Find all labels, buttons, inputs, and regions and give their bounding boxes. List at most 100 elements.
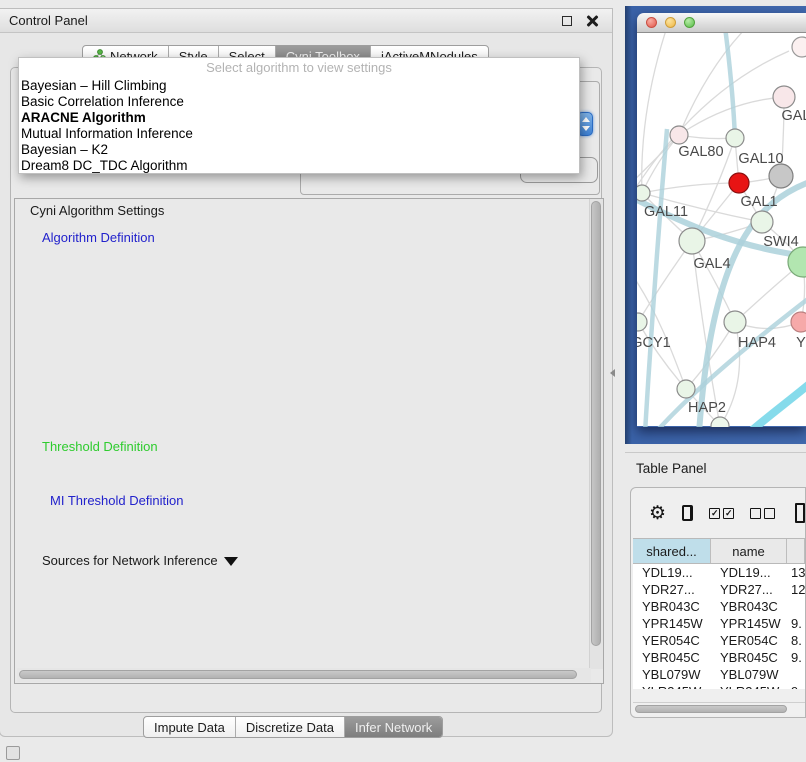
- table-row[interactable]: YBR045CYBR045C9.: [633, 649, 805, 666]
- minimize-traffic-light-icon[interactable]: [665, 17, 676, 28]
- algorithm-option-dream8-dc-tdc-algorithm[interactable]: Dream8 DC_TDC Algorithm: [19, 158, 579, 174]
- algorithm-dropdown-placeholder: Select algorithm to view settings: [19, 58, 579, 78]
- node-table: shared...name YDL19...YDL19...13YDR27...…: [633, 538, 805, 689]
- algorithm-option-bayesian-hill-climbing[interactable]: Bayesian – Hill Climbing: [19, 78, 579, 94]
- control-panel-titlebar: Control Panel: [0, 9, 612, 33]
- collapse-arrow-icon: [224, 557, 238, 566]
- network-node-gcy1[interactable]: [637, 313, 647, 331]
- algorithm-option-basic-correlation-inference[interactable]: Basic Correlation Inference: [19, 94, 579, 110]
- table-cell: YDL19...: [711, 565, 787, 580]
- table-toolbar: ⚙ ✓✓: [631, 488, 805, 538]
- network-view-frame: GALGAL80GAL10GAL1SWI4GAL11GAL4GCY1HAP4YH…: [625, 6, 806, 444]
- table-cell: YER054C: [711, 633, 787, 648]
- algorithm-option-bayesian-k2[interactable]: Bayesian – K2: [19, 142, 579, 158]
- network-node-label: GAL4: [693, 256, 730, 272]
- table-row[interactable]: YPR145WYPR145W9.: [633, 615, 805, 632]
- table-cell: YPR145W: [633, 616, 711, 631]
- table-cell: 9.: [787, 650, 805, 665]
- select-all-icon[interactable]: ✓✓: [709, 508, 734, 519]
- table-horizontal-scrollbar[interactable]: [633, 702, 805, 715]
- network-node-label: SWI4: [763, 234, 798, 250]
- vertical-scrollbar-thumb[interactable]: [591, 201, 601, 646]
- network-node-label: Y: [796, 335, 806, 351]
- sources-expander[interactable]: Sources for Network Inference: [38, 553, 242, 568]
- horizontal-scrollbar[interactable]: [17, 668, 591, 682]
- network-node-label: GAL: [781, 108, 806, 124]
- network-node-gal11[interactable]: [637, 185, 650, 201]
- network-node-label: HAP4: [738, 335, 776, 351]
- table-cell: YBL079W: [633, 667, 711, 682]
- column-header-name[interactable]: name: [711, 539, 787, 563]
- zoom-traffic-light-icon[interactable]: [684, 17, 695, 28]
- network-window-titlebar: [637, 13, 806, 33]
- table-cell: YBR043C: [711, 599, 787, 614]
- tab-infer-network[interactable]: Infer Network: [344, 717, 442, 737]
- table-cell: 8.: [787, 633, 805, 648]
- gear-icon[interactable]: ⚙: [649, 504, 666, 523]
- sources-label: Sources for Network Inference: [42, 553, 218, 568]
- network-node-gal80[interactable]: [670, 126, 688, 144]
- network-node-hap2[interactable]: [677, 380, 695, 398]
- network-node-label: GAL80: [678, 144, 723, 160]
- float-window-icon[interactable]: [562, 16, 572, 26]
- network-node-label: HAP2: [688, 400, 726, 416]
- panel-collapse-arrow-icon[interactable]: [610, 369, 615, 377]
- network-edge-highlighted: [645, 129, 667, 427]
- mi-threshold-definition-label: MI Threshold Definition: [46, 493, 187, 508]
- table-panel: ⚙ ✓✓ shared...name YDL19...YDL19...13YDR…: [630, 487, 806, 718]
- vertical-scrollbar[interactable]: [589, 199, 603, 669]
- table-cell: 9.: [787, 616, 805, 631]
- network-node-y[interactable]: [791, 312, 806, 332]
- algorithm-list: Bayesian – Hill ClimbingBasic Correlatio…: [19, 78, 579, 174]
- network-node-label: GAL11: [644, 204, 688, 220]
- table-row[interactable]: YLR345WYLR345W9.: [633, 683, 805, 689]
- network-node-gal4[interactable]: [679, 228, 705, 254]
- divider: [625, 452, 806, 453]
- table-row[interactable]: YBR043CYBR043C: [633, 598, 805, 615]
- network-canvas[interactable]: GALGAL80GAL10GAL1SWI4GAL11GAL4GCY1HAP4YH…: [637, 33, 806, 426]
- network-edge: [642, 183, 739, 193]
- network-node-gal1[interactable]: [729, 173, 749, 193]
- algorithm-dropdown-popup: Select algorithm to view settings Bayesi…: [18, 57, 580, 174]
- column-header-2[interactable]: [787, 539, 805, 563]
- network-node-hap4[interactable]: [724, 311, 746, 333]
- deselect-all-icon[interactable]: [750, 508, 775, 519]
- network-node-label: GCY1: [637, 335, 671, 351]
- network-node-gal[interactable]: [773, 86, 795, 108]
- table-row[interactable]: YDL19...YDL19...13: [633, 564, 805, 581]
- column-header-shared-[interactable]: shared...: [633, 539, 711, 563]
- table-cell: 13: [787, 565, 805, 580]
- table-cell: 12: [787, 582, 805, 597]
- algorithm-option-aracne-algorithm[interactable]: ARACNE Algorithm: [19, 110, 579, 126]
- table-cell: YLR345W: [633, 684, 711, 689]
- tab-discretize-data[interactable]: Discretize Data: [235, 717, 344, 737]
- network-node-gal10[interactable]: [726, 129, 744, 147]
- table-header-row: shared...name: [633, 538, 805, 564]
- network-node-swi4[interactable]: [751, 211, 773, 233]
- network-edge: [637, 273, 686, 389]
- export-table-icon[interactable]: [795, 503, 805, 523]
- tab-impute-data[interactable]: Impute Data: [144, 717, 235, 737]
- network-node-label: GAL10: [738, 151, 783, 167]
- horizontal-scrollbar-thumb[interactable]: [19, 670, 577, 679]
- table-row[interactable]: YER054CYER054C8.: [633, 632, 805, 649]
- tab-label: Infer Network: [355, 720, 432, 735]
- table-cell: YBR043C: [633, 599, 711, 614]
- tab-label: Discretize Data: [246, 720, 334, 735]
- table-row[interactable]: YDR27...YDR27...12: [633, 581, 805, 598]
- network-edge-highlighted: [725, 33, 735, 138]
- collapsed-panel-icon[interactable]: [6, 746, 20, 760]
- algorithm-option-mutual-information-inference[interactable]: Mutual Information Inference: [19, 126, 579, 142]
- close-traffic-light-icon[interactable]: [646, 17, 657, 28]
- table-row[interactable]: YBL079WYBL079W: [633, 666, 805, 683]
- network-node[interactable]: [769, 164, 793, 188]
- control-panel-title: Control Panel: [9, 13, 88, 28]
- network-window[interactable]: GALGAL80GAL10GAL1SWI4GAL11GAL4GCY1HAP4YH…: [637, 13, 806, 427]
- control-panel-bottom-tabs: Impute Data Discretize Data Infer Network: [143, 716, 443, 738]
- close-icon[interactable]: [586, 15, 598, 27]
- table-hscrollbar-thumb[interactable]: [635, 705, 787, 713]
- table-cell: YBL079W: [711, 667, 787, 682]
- network-edge-highlighted: [749, 381, 806, 427]
- network-node[interactable]: [792, 37, 806, 57]
- columns-icon[interactable]: [682, 505, 693, 521]
